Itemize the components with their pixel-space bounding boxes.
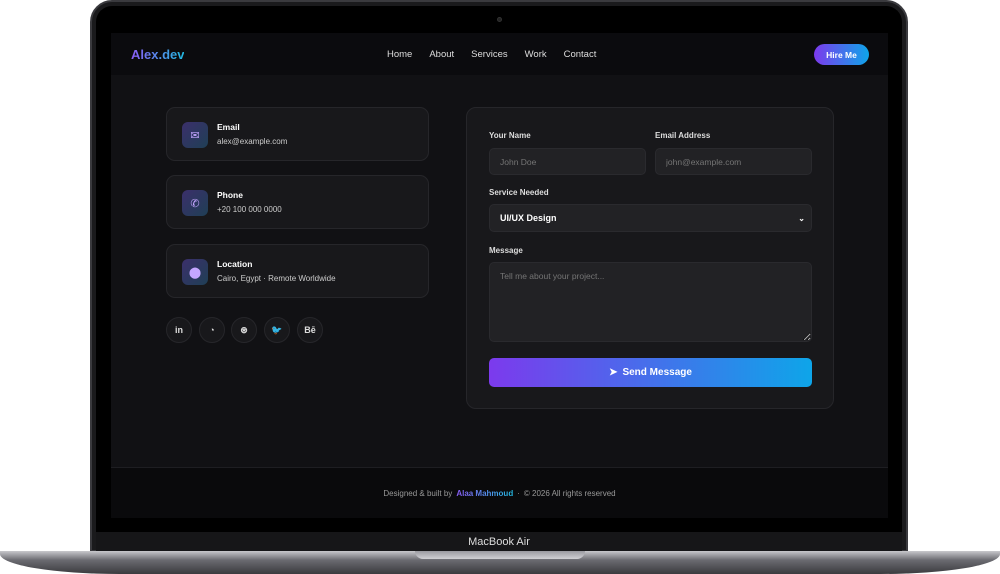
message-label: Message: [489, 246, 523, 255]
twitter-icon[interactable]: 🐦: [264, 317, 290, 343]
nav-work[interactable]: Work: [525, 49, 547, 60]
nav-contact[interactable]: Contact: [564, 49, 597, 60]
screen: Alex.dev Home About Services Work Contac…: [111, 33, 888, 518]
service-select[interactable]: UI/UX Design ⌄: [489, 204, 812, 232]
service-value: UI/UX Design: [500, 213, 557, 223]
email-card: ✉ Email alex@example.com: [166, 107, 429, 161]
copyright: © 2026 All rights reserved: [523, 488, 616, 498]
name-input[interactable]: [489, 148, 646, 175]
card-title: Phone: [217, 190, 243, 200]
location-card: ⬤ Location Cairo, Egypt · Remote Worldwi…: [166, 244, 429, 298]
nav-services[interactable]: Services: [471, 49, 507, 60]
laptop-notch: [415, 551, 585, 559]
phone-icon: ✆: [182, 190, 208, 216]
navbar: Alex.dev Home About Services Work Contac…: [111, 33, 888, 75]
paper-plane-icon: ➤: [609, 367, 618, 378]
dribbble-icon[interactable]: ⊛: [231, 317, 257, 343]
github-icon[interactable]: ◔: [199, 317, 225, 343]
card-title: Email: [217, 122, 240, 132]
nav-links: Home About Services Work Contact: [387, 49, 596, 60]
card-value[interactable]: alex@example.com: [217, 137, 287, 146]
camera: [497, 17, 502, 22]
message-textarea[interactable]: [489, 262, 812, 342]
send-message-button[interactable]: ➤ Send Message: [489, 358, 812, 387]
send-label: Send Message: [622, 367, 692, 378]
footer-prefix: Designed & built by: [383, 488, 453, 498]
linkedin-icon[interactable]: in: [166, 317, 192, 343]
device-label: MacBook Air: [96, 532, 902, 552]
email-input[interactable]: [655, 148, 812, 175]
card-value[interactable]: +20 100 000 0000: [217, 205, 282, 214]
email-label: Email Address: [655, 131, 711, 140]
map-pin-icon: ⬤: [182, 259, 208, 285]
logo[interactable]: Alex.dev: [131, 47, 184, 62]
nav-about[interactable]: About: [429, 49, 454, 60]
author-link[interactable]: Alaa Mahmoud: [456, 489, 513, 498]
chevron-down-icon: ⌄: [798, 213, 805, 223]
footer-separator: ·: [517, 488, 520, 498]
service-label: Service Needed: [489, 188, 549, 197]
behance-icon[interactable]: Bē: [297, 317, 323, 343]
contact-form: Your Name Email Address Service Needed U…: [466, 107, 834, 409]
card-title: Location: [217, 259, 253, 269]
footer: Designed & built by Alaa Mahmoud · © 202…: [111, 467, 888, 518]
hire-me-button[interactable]: Hire Me: [814, 44, 869, 65]
nav-home[interactable]: Home: [387, 49, 412, 60]
name-label: Your Name: [489, 131, 531, 140]
card-value: Cairo, Egypt · Remote Worldwide: [217, 274, 336, 283]
envelope-icon: ✉: [182, 122, 208, 148]
phone-card: ✆ Phone +20 100 000 0000: [166, 175, 429, 229]
